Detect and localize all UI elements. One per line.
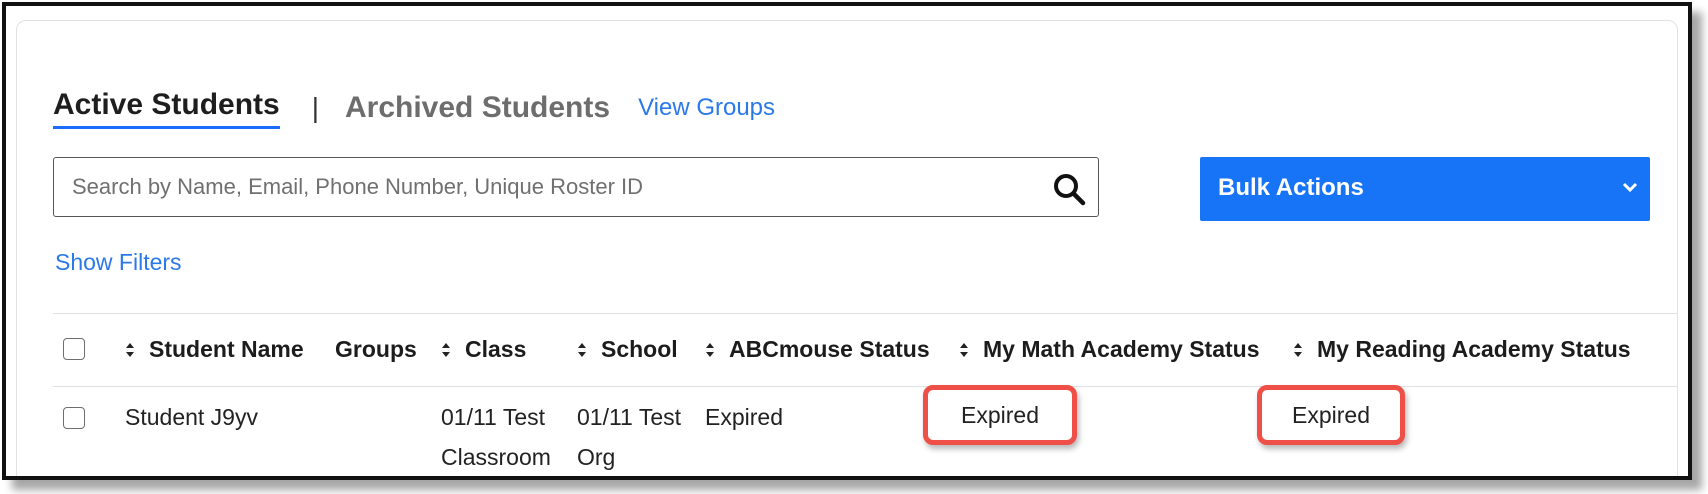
math-academy-status-highlight: Expired — [923, 385, 1077, 445]
view-groups-link[interactable]: View Groups — [638, 94, 775, 122]
select-all-checkbox[interactable] — [63, 338, 85, 360]
screenshot-frame: Active Students | Archived Students View… — [2, 2, 1692, 480]
tab-active-students[interactable]: Active Students — [53, 88, 280, 129]
sort-icon — [442, 342, 450, 357]
sort-icon — [578, 342, 586, 357]
sort-icon — [1294, 342, 1302, 357]
search-box — [53, 157, 1099, 217]
sort-icon — [960, 342, 968, 357]
column-math-academy-status[interactable]: My Math Academy Status — [959, 336, 1260, 363]
class-cell: 01/11 Test Classroom — [441, 404, 551, 470]
tab-archived-students[interactable]: Archived Students — [345, 91, 610, 125]
bulk-actions-label: Bulk Actions — [1218, 174, 1364, 201]
sort-icon — [126, 342, 134, 357]
students-panel: Active Students | Archived Students View… — [16, 20, 1678, 476]
school-cell: 01/11 Test Org — [577, 404, 682, 470]
column-groups: Groups — [335, 336, 417, 362]
bulk-actions-dropdown[interactable]: Bulk Actions — [1200, 157, 1650, 221]
student-tabs: Active Students | Archived Students View… — [53, 83, 775, 133]
column-school[interactable]: School — [577, 336, 678, 363]
tab-separator: | — [311, 92, 319, 123]
column-reading-academy-status[interactable]: My Reading Academy Status — [1293, 336, 1631, 363]
students-table: Student Name Groups Class School ABCmous… — [53, 313, 1677, 476]
student-name-cell[interactable]: Student J9yv — [125, 397, 258, 437]
row-checkbox[interactable] — [63, 407, 85, 429]
column-class[interactable]: Class — [441, 336, 526, 363]
table-row: Student J9yv 01/11 Test Classroom 01/11 … — [53, 385, 1677, 476]
sort-icon — [706, 342, 714, 357]
column-abcmouse-status[interactable]: ABCmouse Status — [705, 336, 930, 363]
chevron-down-icon — [1622, 182, 1638, 193]
reading-academy-status-highlight: Expired — [1257, 385, 1405, 445]
search-input[interactable] — [54, 158, 1014, 216]
table-header: Student Name Groups Class School ABCmous… — [53, 313, 1677, 387]
show-filters-link[interactable]: Show Filters — [55, 249, 182, 276]
column-student-name[interactable]: Student Name — [125, 336, 304, 363]
abcmouse-status-cell: Expired — [705, 404, 783, 430]
search-icon[interactable] — [1052, 172, 1086, 206]
